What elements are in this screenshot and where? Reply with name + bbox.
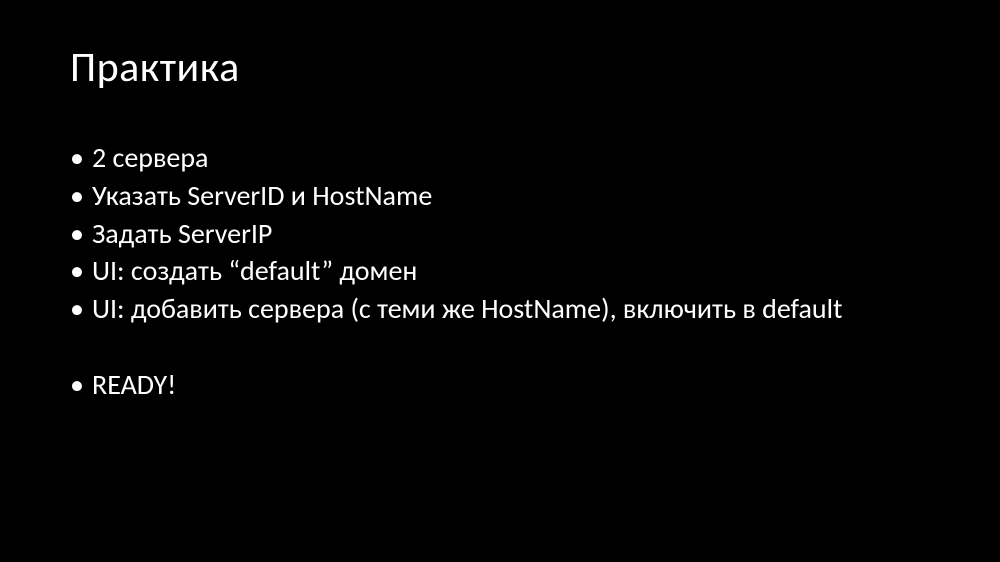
bullet-item: UI: создать “default” домен	[70, 252, 930, 290]
slide-title: Практика	[70, 42, 930, 93]
slide-container: Практика 2 сервера Указать ServerID и Ho…	[0, 0, 1000, 446]
bullet-item: 2 сервера	[70, 139, 930, 177]
bullet-list-final: READY!	[70, 366, 930, 404]
bullet-item: UI: добавить сервера (с теми же HostName…	[70, 290, 930, 328]
bullet-item: READY!	[70, 366, 930, 404]
bullet-item: Указать ServerID и HostName	[70, 177, 930, 215]
bullet-item: Задать ServerIP	[70, 215, 930, 253]
bullet-list: 2 сервера Указать ServerID и HostName За…	[70, 139, 930, 328]
blank-line	[70, 328, 930, 366]
